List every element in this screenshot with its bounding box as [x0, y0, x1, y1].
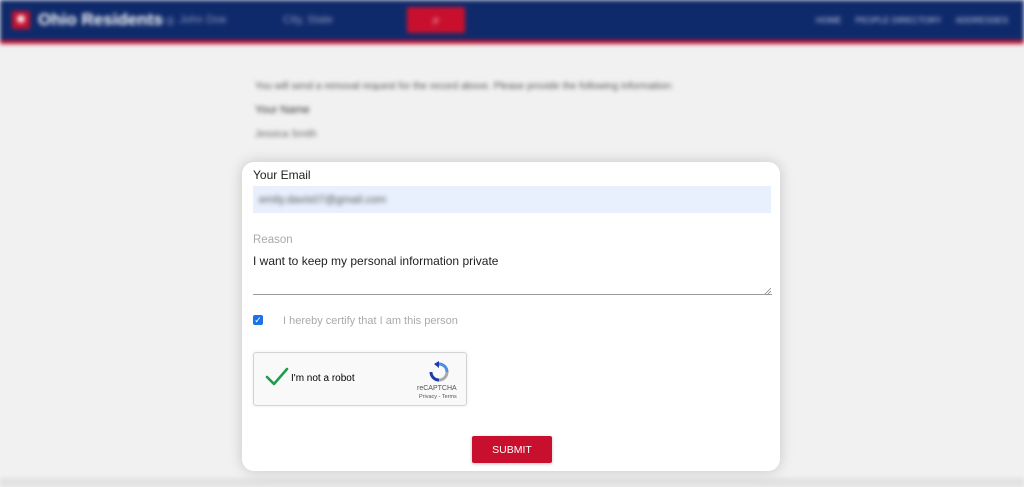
nav-addresses[interactable]: ADDRESSES [956, 15, 1008, 25]
checkmark-icon: ✓ [254, 315, 262, 325]
removal-form-card: Your Email emily.davis07@gmail.com Reaso… [242, 162, 780, 471]
nav-home[interactable]: HOME [816, 15, 842, 25]
recaptcha-brand: reCAPTCHA [417, 385, 457, 392]
submit-button[interactable]: SUBMIT [472, 436, 552, 463]
email-field[interactable]: emily.davis07@gmail.com [253, 186, 771, 213]
search-icon: ⌕ [432, 12, 440, 27]
reason-label: Reason [253, 234, 293, 246]
removal-intro-text: You will send a removal request for the … [255, 81, 674, 92]
site-logo-icon[interactable]: ✱ [12, 11, 30, 29]
certify-checkbox[interactable]: ✓ [253, 315, 263, 325]
recaptcha-label: I'm not a robot [291, 373, 355, 384]
nav-links: HOME PEOPLE DIRECTORY ADDRESSES [816, 15, 1008, 25]
reason-textarea[interactable]: I want to keep my personal information p… [253, 254, 772, 295]
email-value: emily.davis07@gmail.com [259, 194, 387, 206]
email-label: Your Email [253, 168, 311, 182]
recaptcha-links[interactable]: Privacy - Terms [419, 394, 457, 400]
resize-grip-icon[interactable] [764, 287, 771, 294]
city-search-input[interactable]: City, State [283, 14, 333, 26]
certify-label[interactable]: I hereby certify that I am this person [283, 315, 458, 327]
recaptcha-logo-icon [429, 361, 449, 382]
recaptcha-checkmark-icon[interactable] [265, 367, 289, 387]
top-navbar: ✱ Ohio Residents e.g. John Doe City, Sta… [0, 0, 1024, 44]
your-name-value: Jessica Smith [255, 129, 317, 140]
recaptcha-widget: I'm not a robot reCAPTCHA Privacy - Term… [253, 352, 467, 406]
site-brand[interactable]: Ohio Residents [38, 10, 163, 30]
footer-strip [0, 478, 1024, 487]
name-search-input[interactable]: e.g. John Doe [158, 14, 227, 26]
nav-people-directory[interactable]: PEOPLE DIRECTORY [855, 15, 941, 25]
search-button[interactable]: ⌕ [407, 7, 465, 33]
your-name-label: Your Name [255, 104, 310, 116]
